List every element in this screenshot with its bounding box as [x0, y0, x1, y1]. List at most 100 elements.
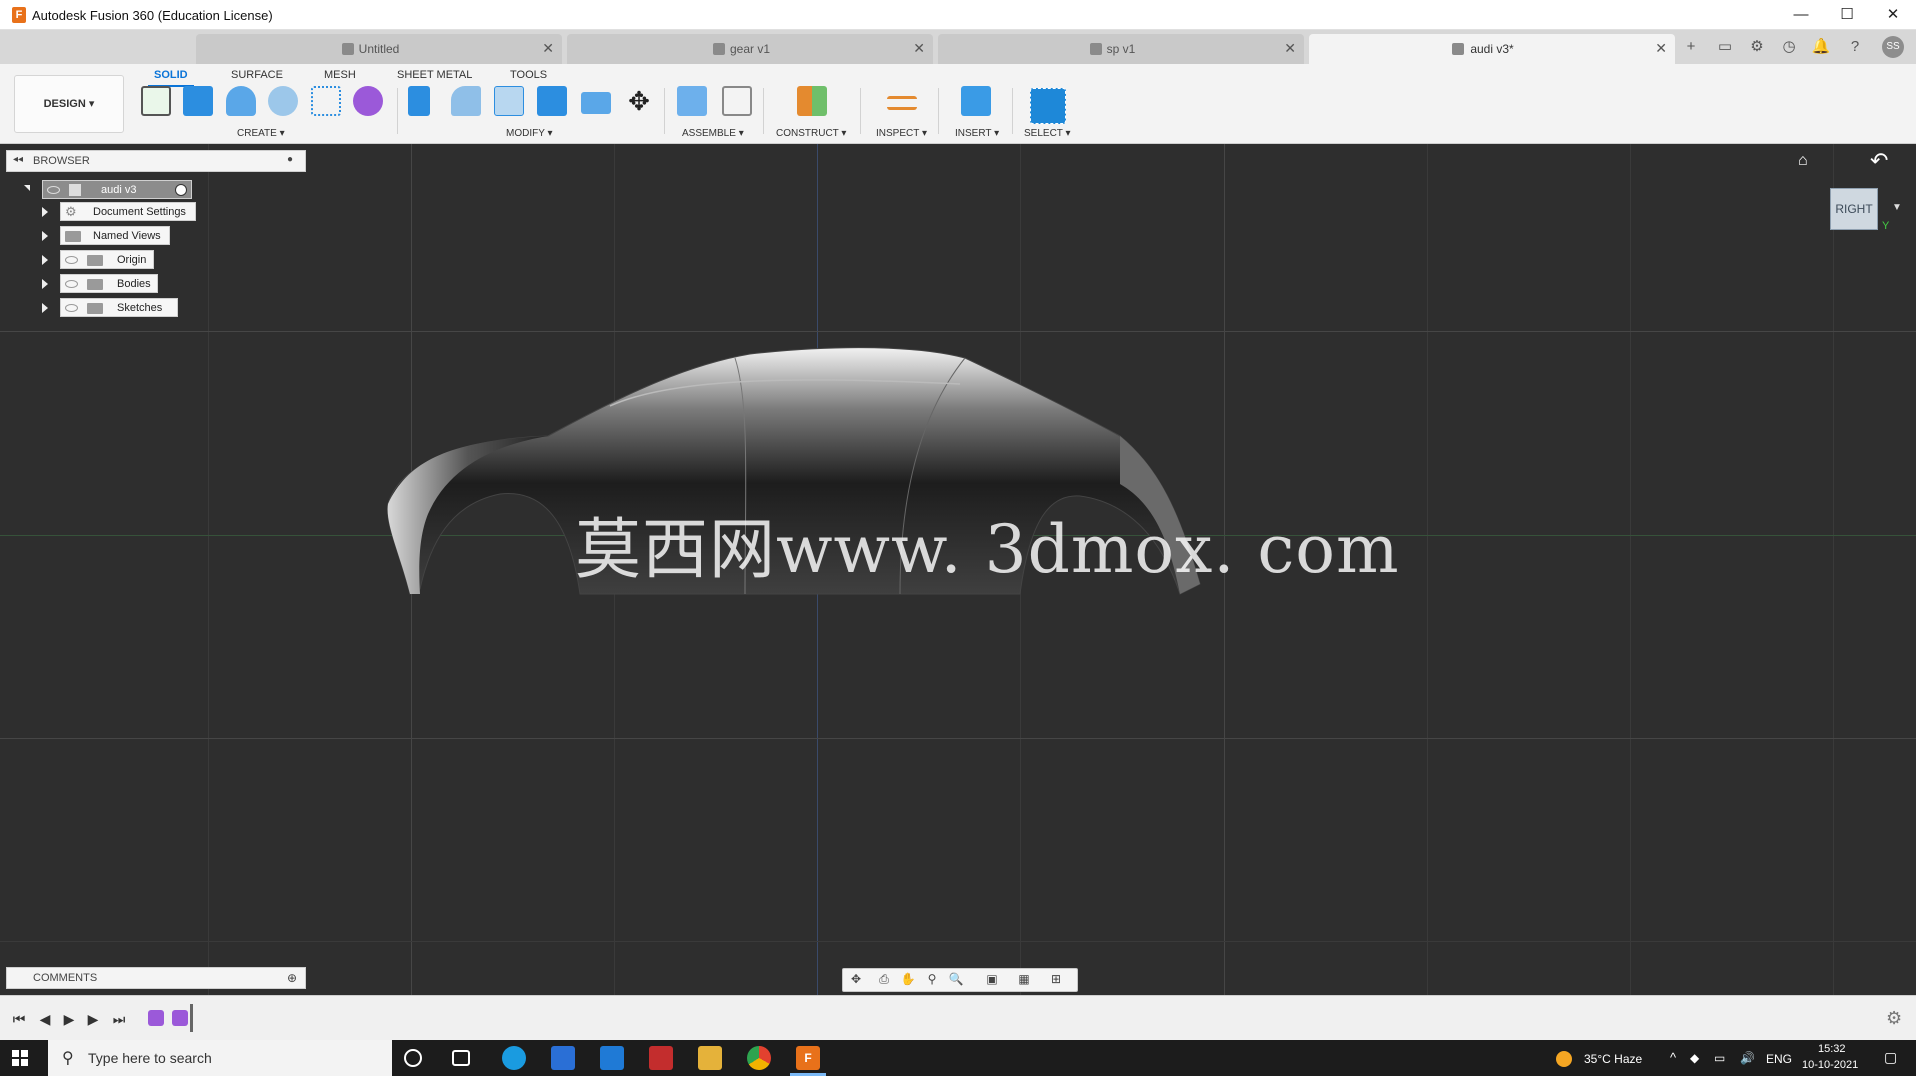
- browser-root-item[interactable]: audi v3: [42, 180, 192, 199]
- tree-item-bodies[interactable]: Bodies: [60, 274, 158, 293]
- language-indicator[interactable]: ENG: [1766, 1052, 1792, 1066]
- browser-panel-header[interactable]: ◂◂ BROWSER ●: [6, 150, 306, 172]
- group-insert[interactable]: INSERT ▾: [955, 128, 999, 139]
- app-icon[interactable]: [649, 1046, 673, 1070]
- tab-untitled[interactable]: Untitled ✕: [196, 34, 562, 64]
- close-tab-icon[interactable]: ✕: [542, 40, 554, 57]
- edge-browser-icon[interactable]: [502, 1046, 526, 1070]
- visibility-eye-icon[interactable]: [47, 186, 60, 194]
- display-settings-icon[interactable]: ▣: [983, 972, 1001, 988]
- group-create[interactable]: CREATE ▾: [237, 128, 285, 139]
- add-comment-icon[interactable]: ⊕: [287, 971, 297, 985]
- maximize-button[interactable]: ☐: [1824, 0, 1870, 30]
- revolve-icon[interactable]: [226, 86, 256, 116]
- step-forward-icon[interactable]: ▶: [84, 1010, 102, 1028]
- volume-icon[interactable]: 🔊: [1740, 1051, 1755, 1065]
- activate-radio-icon[interactable]: [175, 184, 187, 196]
- go-to-start-icon[interactable]: ⏮: [10, 1010, 28, 1028]
- measure-icon[interactable]: [887, 96, 917, 110]
- view-cube-menu-icon[interactable]: ▼: [1892, 202, 1902, 213]
- windows-start-icon[interactable]: [12, 1050, 28, 1066]
- visibility-eye-icon[interactable]: [65, 280, 78, 288]
- press-pull-icon[interactable]: [408, 86, 430, 116]
- clock-date[interactable]: 10-10-2021: [1802, 1059, 1858, 1071]
- step-back-icon[interactable]: ◀: [36, 1010, 54, 1028]
- tab-audi-v3[interactable]: audi v3* ✕: [1309, 34, 1675, 64]
- close-tab-icon[interactable]: ✕: [913, 40, 925, 57]
- file-explorer-icon[interactable]: [698, 1046, 722, 1070]
- group-modify[interactable]: MODIFY ▾: [506, 128, 553, 139]
- expand-arrow-icon[interactable]: [42, 231, 48, 241]
- insert-image-icon[interactable]: [961, 86, 991, 116]
- offset-plane-icon[interactable]: [797, 86, 827, 116]
- design-canvas[interactable]: 莫西网www. 3dmox. com ⌂ ↶ RIGHT Y ▼: [0, 144, 1916, 995]
- ribbon-tab-solid[interactable]: SOLID: [148, 69, 194, 87]
- hole-icon[interactable]: [268, 86, 298, 116]
- group-inspect[interactable]: INSPECT ▾: [876, 128, 927, 139]
- group-construct[interactable]: CONSTRUCT ▾: [776, 128, 846, 139]
- notification-center-icon[interactable]: ▢: [1884, 1049, 1897, 1066]
- home-view-icon[interactable]: ⌂: [1798, 152, 1808, 170]
- new-component-icon[interactable]: [677, 86, 707, 116]
- battery-icon[interactable]: ▭: [1714, 1051, 1725, 1065]
- grid-snaps-icon[interactable]: ▦: [1015, 972, 1033, 988]
- tab-sp-v1[interactable]: sp v1 ✕: [938, 34, 1304, 64]
- group-assemble[interactable]: ASSEMBLE ▾: [682, 128, 744, 139]
- play-icon[interactable]: ▶: [60, 1010, 78, 1028]
- close-tab-icon[interactable]: ✕: [1284, 40, 1296, 57]
- create-sketch-icon[interactable]: [141, 86, 171, 116]
- user-avatar[interactable]: SS: [1882, 36, 1904, 58]
- close-tab-icon[interactable]: ✕: [1655, 40, 1667, 57]
- group-select[interactable]: SELECT ▾: [1024, 128, 1071, 139]
- comments-panel[interactable]: COMMENTS ⊕: [6, 967, 306, 989]
- move-icon[interactable]: ✥: [624, 86, 654, 116]
- new-tab-icon[interactable]: +: [1680, 36, 1702, 58]
- clock-icon[interactable]: ◷: [1778, 36, 1800, 58]
- ribbon-tab-sheet-metal[interactable]: SHEET METAL: [397, 69, 472, 81]
- pattern-icon[interactable]: [311, 86, 341, 116]
- joint-icon[interactable]: [722, 86, 752, 116]
- fit-icon[interactable]: 🔍: [947, 972, 965, 988]
- tab-gear-v1[interactable]: gear v1 ✕: [567, 34, 933, 64]
- tray-overflow-icon[interactable]: ^: [1670, 1050, 1676, 1065]
- chrome-icon[interactable]: [747, 1046, 771, 1070]
- expand-arrow-icon[interactable]: [42, 303, 48, 313]
- minimize-button[interactable]: —: [1778, 0, 1824, 30]
- taskbar-search-box[interactable]: ⚲ Type here to search: [48, 1040, 392, 1076]
- visibility-eye-icon[interactable]: [65, 304, 78, 312]
- tree-item-sketches[interactable]: Sketches: [60, 298, 178, 317]
- ribbon-tab-tools[interactable]: TOOLS: [510, 69, 547, 81]
- tree-item-origin[interactable]: Origin: [60, 250, 154, 269]
- view-cube[interactable]: RIGHT: [1830, 188, 1878, 230]
- expand-arrow-icon[interactable]: [42, 207, 48, 217]
- tray-app-icon[interactable]: ◆: [1690, 1051, 1699, 1065]
- extensions-icon[interactable]: ⚙: [1746, 36, 1768, 58]
- combine-icon[interactable]: [537, 86, 567, 116]
- look-at-icon[interactable]: ⎙: [875, 972, 893, 988]
- zoom-icon[interactable]: ⚲: [923, 972, 941, 988]
- collapse-panel-icon[interactable]: ◂◂: [13, 154, 23, 165]
- job-status-icon[interactable]: ▭: [1714, 36, 1736, 58]
- store-icon[interactable]: [551, 1046, 575, 1070]
- ribbon-tab-mesh[interactable]: MESH: [324, 69, 356, 81]
- fusion-taskbar-icon[interactable]: F: [796, 1046, 820, 1070]
- task-view-icon[interactable]: [452, 1050, 470, 1066]
- ribbon-tab-surface[interactable]: SURFACE: [231, 69, 283, 81]
- timeline-form-feature-icon[interactable]: [172, 1010, 188, 1026]
- expand-arrow-icon[interactable]: [24, 185, 30, 191]
- timeline-settings-icon[interactable]: ⚙: [1886, 1008, 1902, 1029]
- tree-item-named-views[interactable]: Named Views: [60, 226, 170, 245]
- extrude-icon[interactable]: [183, 86, 213, 116]
- mail-icon[interactable]: [600, 1046, 624, 1070]
- clock-time[interactable]: 15:32: [1818, 1043, 1846, 1055]
- timeline-marker[interactable]: [190, 1004, 193, 1032]
- orbit-arrow-icon[interactable]: ↶: [1870, 148, 1888, 174]
- panel-pin-icon[interactable]: ●: [287, 154, 293, 165]
- expand-arrow-icon[interactable]: [42, 279, 48, 289]
- weather-text[interactable]: 35°C Haze: [1584, 1052, 1642, 1066]
- fillet-icon[interactable]: [451, 86, 481, 116]
- help-icon[interactable]: ?: [1844, 36, 1866, 58]
- orbit-icon[interactable]: ✥: [847, 972, 865, 988]
- shell-icon[interactable]: [581, 92, 611, 114]
- create-form-icon[interactable]: [353, 86, 383, 116]
